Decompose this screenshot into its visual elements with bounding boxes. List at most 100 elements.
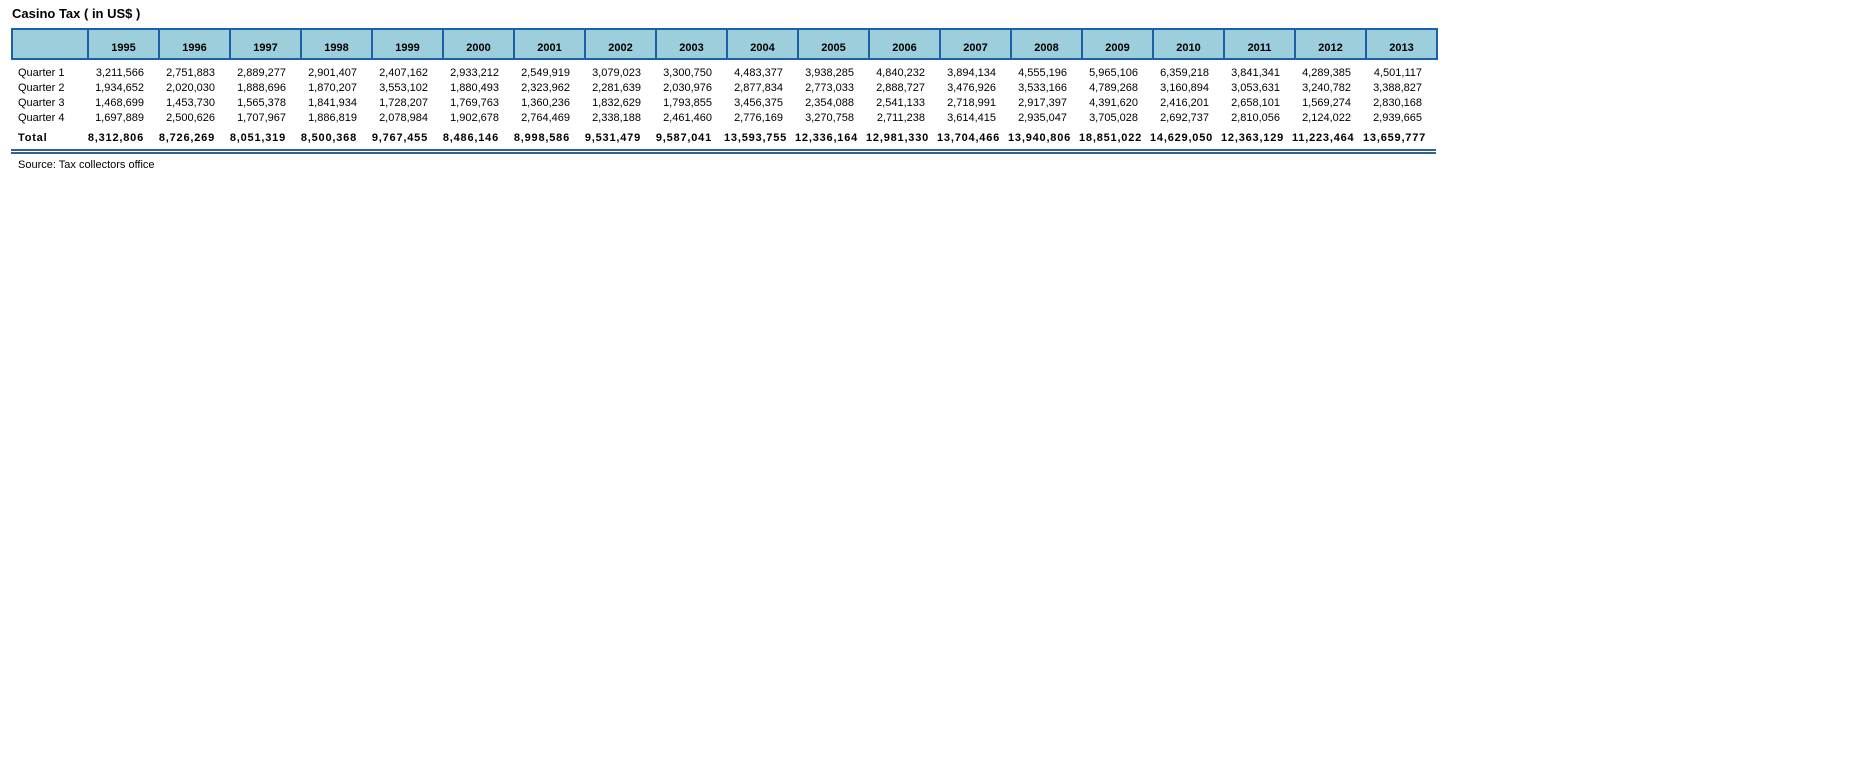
- data-cell: 1,870,207: [308, 82, 357, 94]
- data-cell: 3,388,827: [1373, 82, 1422, 94]
- total-label: Total: [18, 132, 48, 144]
- header-year-cell: 2006: [868, 30, 939, 58]
- header-year-cell: 2005: [797, 30, 868, 58]
- data-cell: 2,020,030: [166, 82, 215, 94]
- data-cell: 3,053,631: [1231, 82, 1280, 94]
- total-cell: 13,704,466: [937, 132, 1001, 144]
- data-cell: 2,407,162: [379, 67, 428, 79]
- source-note: Source: Tax collectors office: [18, 159, 155, 171]
- data-cell: 3,553,102: [379, 82, 428, 94]
- data-cell: 1,832,629: [592, 97, 641, 109]
- data-cell: 1,769,763: [450, 97, 499, 109]
- total-cell: 9,531,479: [584, 132, 641, 144]
- total-cell: 8,486,146: [442, 132, 499, 144]
- total-cell: 14,629,050: [1150, 132, 1214, 144]
- header-year-cell: 2001: [513, 30, 584, 58]
- data-cell: 3,938,285: [805, 67, 854, 79]
- total-cell: 12,981,330: [866, 132, 930, 144]
- total-cell: 13,659,777: [1363, 132, 1427, 144]
- data-cell: 3,160,894: [1160, 82, 1209, 94]
- total-cell: 13,940,806: [1008, 132, 1072, 144]
- row-label: Quarter 4: [18, 112, 65, 124]
- data-cell: 2,541,133: [876, 97, 925, 109]
- total-cell: 8,500,368: [300, 132, 357, 144]
- header-year-cell: 2010: [1152, 30, 1223, 58]
- header-year-cell: 2008: [1010, 30, 1081, 58]
- total-row: Total 8,312,806 8,726,269 8,051,319 8,500,36…: [11, 131, 1438, 146]
- table-body: Quarter 1 3,211,566 2,751,883 2,889,277 2,90…: [11, 66, 1438, 126]
- data-cell: 4,289,385: [1302, 67, 1351, 79]
- data-cell: 2,078,984: [379, 112, 428, 124]
- total-cell: 13,593,755: [724, 132, 788, 144]
- total-cell: 8,726,269: [158, 132, 215, 144]
- data-cell: 2,764,469: [521, 112, 570, 124]
- data-cell: 1,569,274: [1302, 97, 1351, 109]
- data-cell: 2,500,626: [166, 112, 215, 124]
- header-year-cell: 2013: [1365, 30, 1436, 58]
- table-row: Quarter 4 1,697,889 2,500,626 1,707,967 1,88…: [11, 111, 1438, 126]
- casino-tax-table: 1995 1996 1997 1998 1999 2000 2001 2002 2003 2004…: [11, 28, 1438, 171]
- data-cell: 2,030,976: [663, 82, 712, 94]
- data-cell: 2,776,169: [734, 112, 783, 124]
- data-cell: 3,705,028: [1089, 112, 1138, 124]
- header-year-cell: 2007: [939, 30, 1010, 58]
- header-year-cell: 1999: [371, 30, 442, 58]
- data-cell: 3,614,415: [947, 112, 996, 124]
- data-cell: 2,354,088: [805, 97, 854, 109]
- row-label: Quarter 2: [18, 82, 65, 94]
- data-cell: 6,359,218: [1160, 67, 1209, 79]
- data-cell: 2,549,919: [521, 67, 570, 79]
- table-row: Quarter 1 3,211,566 2,751,883 2,889,277 2,90…: [11, 66, 1438, 81]
- header-year-cell: 2000: [442, 30, 513, 58]
- data-cell: 4,391,620: [1089, 97, 1138, 109]
- header-year-cell: 2011: [1223, 30, 1294, 58]
- table-row: Quarter 3 1,468,699 1,453,730 1,565,378 1,84…: [11, 96, 1438, 111]
- data-cell: 2,901,407: [308, 67, 357, 79]
- data-cell: 2,751,883: [166, 67, 215, 79]
- data-cell: 1,360,236: [521, 97, 570, 109]
- data-cell: 3,270,758: [805, 112, 854, 124]
- header-year-cell: 2004: [726, 30, 797, 58]
- data-cell: 1,793,855: [663, 97, 712, 109]
- total-cell: 9,767,455: [371, 132, 428, 144]
- data-cell: 1,697,889: [95, 112, 144, 124]
- data-cell: 1,468,699: [95, 97, 144, 109]
- header-year-cell: 1996: [158, 30, 229, 58]
- data-cell: 2,810,056: [1231, 112, 1280, 124]
- total-double-rule: [11, 149, 1436, 154]
- data-cell: 3,079,023: [592, 67, 641, 79]
- table-row: Quarter 2 1,934,652 2,020,030 1,888,696 1,87…: [11, 81, 1438, 96]
- total-cell: 11,223,464: [1292, 132, 1355, 144]
- data-cell: 2,889,277: [237, 67, 286, 79]
- data-cell: 2,461,460: [663, 112, 712, 124]
- header-year-cell: 1995: [87, 30, 158, 58]
- header-blank-cell: [13, 30, 87, 58]
- total-cell: 8,312,806: [87, 132, 144, 144]
- data-cell: 4,483,377: [734, 67, 783, 79]
- data-cell: 1,841,934: [308, 97, 357, 109]
- data-cell: 1,453,730: [166, 97, 215, 109]
- data-cell: 1,886,819: [308, 112, 357, 124]
- data-cell: 3,211,566: [95, 67, 144, 79]
- data-cell: 2,917,397: [1018, 97, 1067, 109]
- data-cell: 2,877,834: [734, 82, 783, 94]
- header-year-cell: 2012: [1294, 30, 1365, 58]
- total-cell: 12,363,129: [1221, 132, 1285, 144]
- data-cell: 3,456,375: [734, 97, 783, 109]
- page-title: Casino Tax ( in US$ ): [12, 6, 141, 21]
- data-cell: 2,888,727: [876, 82, 925, 94]
- data-cell: 5,965,106: [1089, 67, 1138, 79]
- data-cell: 1,880,493: [450, 82, 499, 94]
- data-cell: 1,565,378: [237, 97, 286, 109]
- header-year-cell: 2009: [1081, 30, 1152, 58]
- header-year-cell: 2002: [584, 30, 655, 58]
- total-cell: 9,587,041: [655, 132, 712, 144]
- data-cell: 2,939,665: [1373, 112, 1422, 124]
- data-cell: 4,840,232: [876, 67, 925, 79]
- total-cell: 8,998,586: [513, 132, 570, 144]
- data-cell: 2,692,737: [1160, 112, 1209, 124]
- header-year-cell: 1997: [229, 30, 300, 58]
- data-cell: 3,841,341: [1231, 67, 1280, 79]
- data-cell: 2,338,188: [592, 112, 641, 124]
- data-cell: 2,933,212: [450, 67, 499, 79]
